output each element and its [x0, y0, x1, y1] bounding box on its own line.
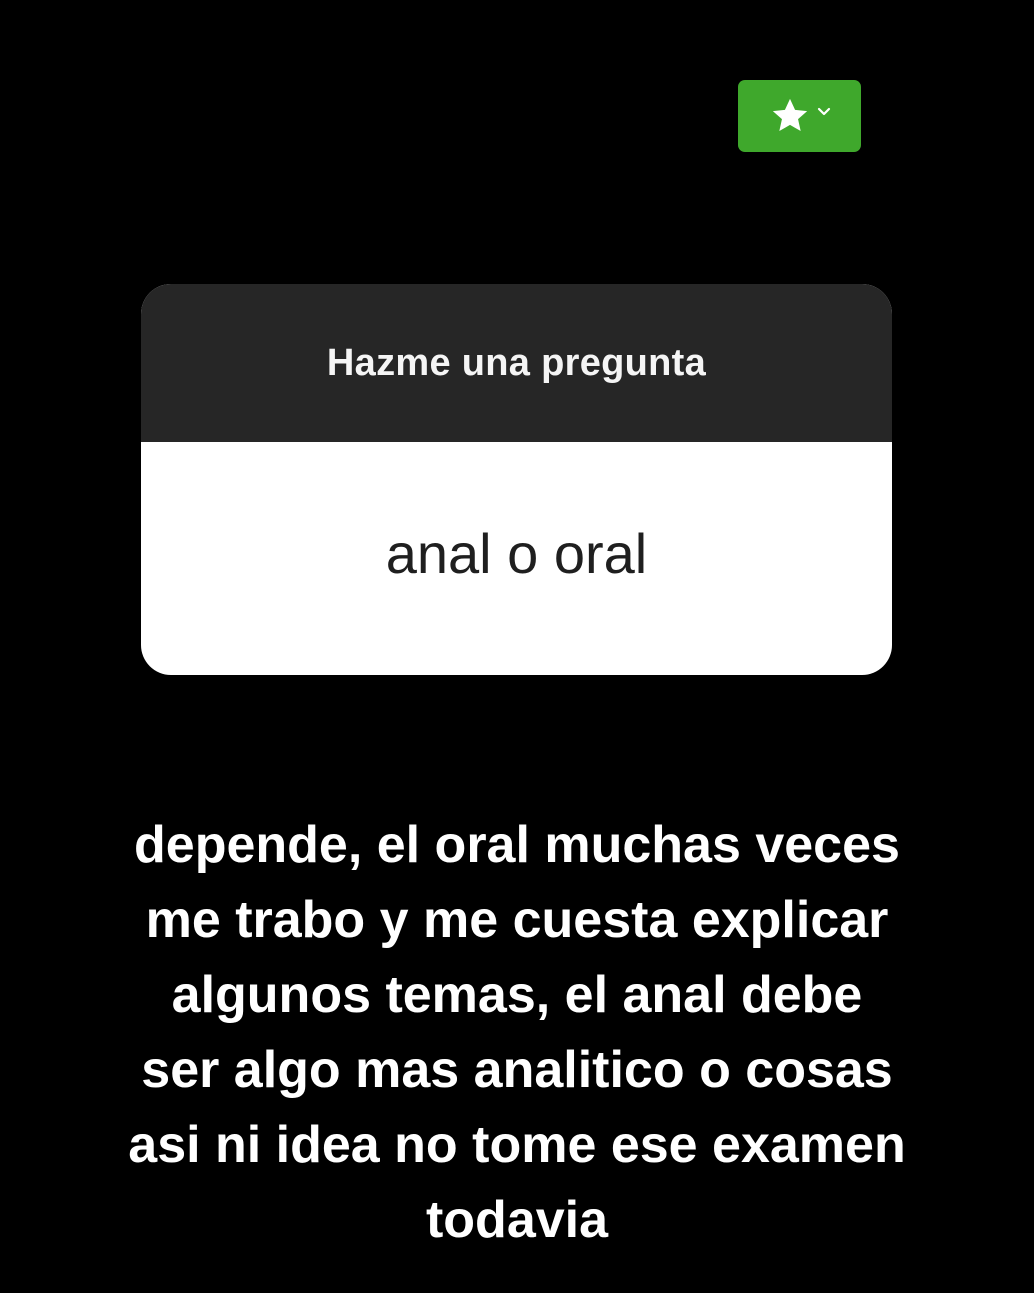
answer-text: depende, el oral muchas veces me trabo y… — [60, 808, 974, 1258]
answer-line: depende, el oral muchas veces — [134, 816, 900, 874]
star-icon — [772, 98, 807, 132]
question-text: anal o oral — [385, 522, 648, 585]
answer-line: todavia — [425, 1191, 609, 1249]
story-screen: { "badge": { "icon": "star-icon", "dropd… — [0, 0, 1034, 1293]
chevron-down-icon — [817, 107, 830, 116]
answer-line: asi ni idea no tome ese examen — [128, 1116, 906, 1174]
close-friends-badge[interactable] — [738, 80, 861, 152]
answer-line: ser algo mas analitico o cosas — [141, 1041, 893, 1099]
question-sticker-header: Hazme una pregunta — [141, 284, 892, 442]
question-sticker: Hazme una pregunta anal o oral — [141, 284, 892, 675]
answer-line: me trabo y me cuesta explicar — [145, 891, 889, 949]
answer-line: algunos temas, el anal debe — [171, 966, 863, 1024]
